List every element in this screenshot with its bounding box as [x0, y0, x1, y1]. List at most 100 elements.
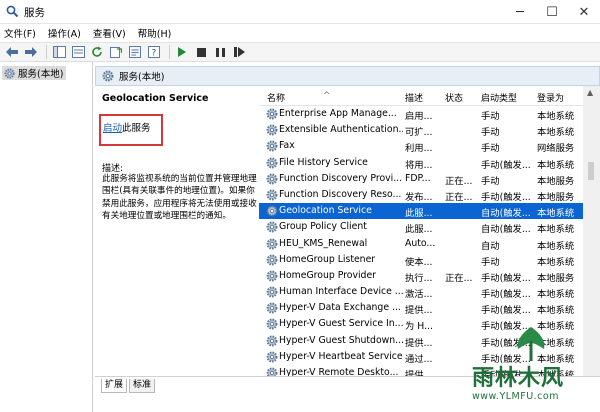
service-log-on-as: 本地系统: [537, 256, 575, 268]
service-description: 使本...: [405, 256, 433, 268]
close-button[interactable]: ✕: [568, 0, 600, 24]
properties-icon[interactable]: [127, 44, 143, 60]
service-log-on-as: 本地系统: [537, 208, 575, 220]
service-status: 正在...: [445, 191, 473, 203]
table-row[interactable]: Human Interface Device ... 激活... 手动(触发... 本…: [259, 284, 583, 300]
tree-item-services-local[interactable]: 服务(本地): [2, 66, 67, 80]
service-gear-icon: [266, 157, 278, 169]
service-log-on-as: 本地系统: [537, 289, 575, 301]
panel-header-title: 服务(本地): [119, 72, 165, 83]
menu-file[interactable]: 文件(F): [4, 26, 36, 40]
service-gear-icon: [266, 270, 278, 282]
table-row[interactable]: File History Service 将用... 手动(触发... 本地系统: [259, 155, 583, 171]
service-gear-icon: [266, 318, 278, 330]
service-startup-type: 手动(触发...: [481, 191, 531, 203]
service-description: 将用...: [405, 159, 433, 171]
panel-header: 服务(本地): [95, 66, 600, 86]
refresh-icon[interactable]: [89, 44, 105, 60]
help-icon[interactable]: ?: [146, 44, 162, 60]
service-gear-icon: [4, 67, 15, 79]
service-startup-type: 手动(触发...: [481, 305, 531, 317]
scrollbar-thumb[interactable]: [588, 162, 594, 180]
sort-arrow-icon: ^: [323, 91, 331, 101]
service-startup-type: 手动(触发...: [481, 272, 531, 284]
start-service-link[interactable]: 启动: [103, 123, 122, 134]
column-header-status[interactable]: 状态: [445, 91, 463, 104]
table-row[interactable]: Function Discovery Provi... FDP... 正在... 手动…: [259, 171, 583, 187]
table-row[interactable]: Extensible Authentication... 可扩... 手动 本地系统: [259, 122, 583, 138]
restart-icon[interactable]: [231, 44, 247, 60]
service-gear-icon: [266, 205, 278, 217]
table-row[interactable]: Geolocation Service 此服... 自动(触发... 本地系统: [259, 203, 583, 220]
back-arrow-icon[interactable]: [4, 44, 20, 60]
service-gear-icon: [266, 108, 278, 120]
window-title: 服务: [24, 7, 45, 19]
service-status: 正在...: [445, 175, 473, 187]
tab-extended[interactable]: 扩展: [101, 379, 128, 393]
play-icon[interactable]: [174, 44, 190, 60]
service-description: 提供...: [405, 370, 433, 376]
svg-text:?: ?: [152, 49, 157, 59]
service-startup-type: 手动(触发...: [481, 159, 531, 171]
column-header-log-on-as[interactable]: 登录为: [537, 91, 564, 104]
service-gear-icon: [102, 70, 114, 82]
tab-standard[interactable]: 标准: [129, 379, 156, 393]
service-startup-type: 自动(触发...: [481, 208, 531, 220]
service-name: Fax: [279, 140, 295, 152]
service-log-on-as: 本地系统: [537, 111, 575, 122]
service-name: Hyper-V Data Exchange ...: [279, 302, 401, 314]
start-service-suffix: 此服务: [122, 123, 151, 134]
service-log-on-as: 本地系统: [537, 159, 575, 171]
service-name: Hyper-V Heartbeat Service: [279, 350, 403, 362]
table-row[interactable]: HomeGroup Listener 使本... 手动 本地系统: [259, 252, 583, 268]
service-gear-icon: [266, 367, 278, 376]
console-tree-icon[interactable]: [51, 44, 67, 60]
scroll-up-icon[interactable]: ▲: [587, 88, 593, 97]
menu-action[interactable]: 操作(A): [48, 26, 81, 40]
watermark-text: 雨林木风: [472, 366, 565, 391]
service-name: Hyper-V Guest Service In...: [279, 318, 403, 330]
tree-item-label: 服务(本地): [18, 69, 64, 80]
service-startup-type: 手动: [481, 111, 500, 122]
service-name: Hyper-V Guest Shutdown...: [279, 334, 403, 346]
service-name: Function Discovery Reso...: [279, 188, 402, 200]
maximize-button[interactable]: ☐: [536, 0, 568, 24]
service-name: HomeGroup Listener: [279, 253, 376, 265]
service-log-on-as: 本地服务: [537, 272, 575, 284]
service-description: 提供...: [405, 305, 433, 317]
service-startup-type: 手动: [481, 127, 500, 139]
table-row[interactable]: Function Discovery Reso... 发布... 正在... 手动(触…: [259, 187, 583, 203]
column-header-startup-type[interactable]: 启动类型: [481, 91, 517, 104]
table-row[interactable]: Group Policy Client 此服... 自动(触发... 本地系统: [259, 219, 583, 235]
service-description: 执行...: [405, 272, 433, 284]
service-name: Geolocation Service: [279, 205, 372, 217]
service-gear-icon: [266, 221, 278, 233]
service-gear-icon: [266, 254, 278, 266]
console-tree: 服务(本地): [0, 62, 93, 412]
table-row[interactable]: HomeGroup Provider 执行... 正在... 手动(触发... 本地服务: [259, 268, 583, 284]
description-pane: Geolocation Service 启动此服务 描述: 此服务将监视系统的当…: [95, 86, 259, 376]
service-name: File History Service: [279, 156, 368, 168]
menu-view[interactable]: 查看(V): [93, 26, 126, 40]
service-description: 为 H...: [405, 321, 433, 333]
service-name: Group Policy Client: [279, 221, 367, 233]
toolbar-separator: [169, 45, 170, 59]
column-header-description[interactable]: 描述: [405, 91, 423, 104]
table-row[interactable]: Fax 利用... 手动 网络服务: [259, 138, 583, 154]
service-gear-icon: [266, 173, 278, 185]
toolbar: ?: [0, 42, 600, 62]
table-row[interactable]: Hyper-V Data Exchange ... 提供... 手动(触发... 本地…: [259, 300, 583, 316]
pause-icon[interactable]: [212, 44, 228, 60]
export-list-icon[interactable]: [108, 44, 124, 60]
stop-icon[interactable]: [193, 44, 209, 60]
table-row[interactable]: HEU_KMS_Renewal Auto... 自动 本地系统: [259, 236, 583, 252]
service-log-on-as: 本地系统: [537, 127, 575, 139]
menu-help[interactable]: 帮助(H): [138, 26, 172, 40]
table-row[interactable]: Enterprise App Manage... 启用... 手动 本地系统: [259, 106, 583, 122]
forward-arrow-icon[interactable]: [23, 44, 39, 60]
service-startup-type: 自动: [481, 240, 500, 252]
watermark-url: www.YLMFU.com: [472, 391, 559, 402]
details-view-icon[interactable]: [70, 44, 86, 60]
column-header-name[interactable]: 名称: [267, 91, 285, 104]
minimize-button[interactable]: ─: [504, 0, 536, 24]
